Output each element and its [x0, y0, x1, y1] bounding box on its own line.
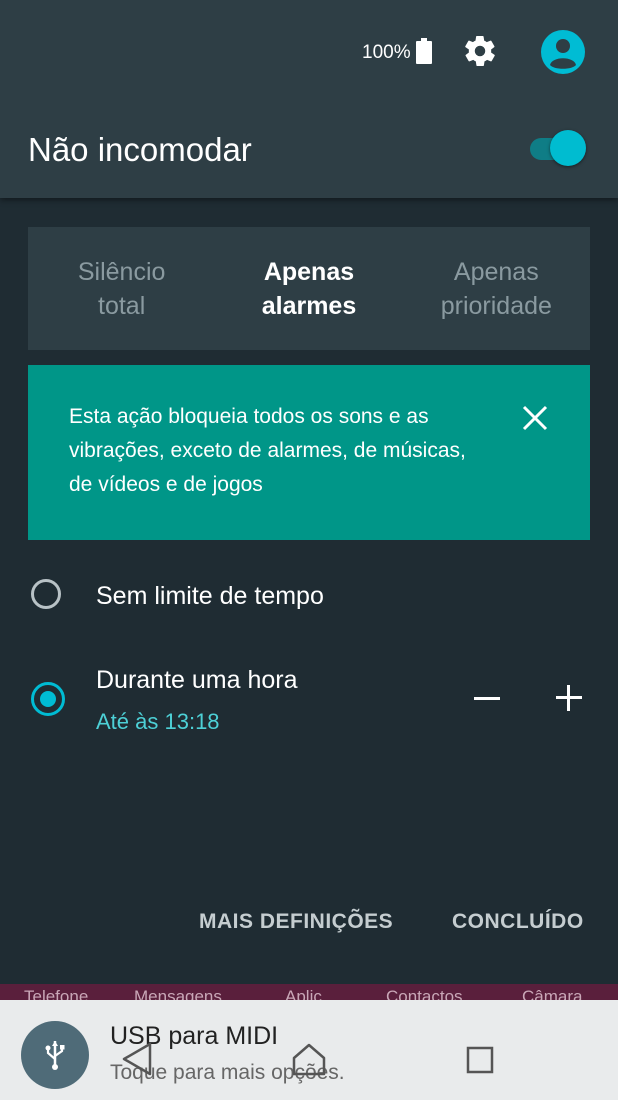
info-banner: Esta ação bloqueia todos os sons e as vi… — [28, 365, 590, 540]
page-title: Não incomodar — [28, 131, 252, 168]
option-one-hour-until: Até às 13:18 — [96, 709, 220, 734]
back-icon[interactable] — [120, 1040, 154, 1078]
recents-icon[interactable] — [465, 1045, 495, 1075]
radio-one-hour[interactable] — [31, 682, 65, 716]
quick-settings-header: 100% Não incomodar — [0, 0, 618, 198]
toggle-thumb — [550, 130, 586, 166]
decrease-time-button[interactable] — [474, 697, 500, 700]
mode-total-silence[interactable]: Silêncio total — [28, 227, 215, 350]
increase-time-button[interactable] — [556, 685, 582, 711]
mode-priority-only[interactable]: Apenas prioridade — [403, 227, 590, 350]
radio-no-time-limit[interactable] — [31, 579, 61, 609]
mode-alarms-only[interactable]: Apenas alarmes — [215, 227, 402, 350]
info-text: Esta ação bloqueia todos os sons e as vi… — [69, 405, 466, 496]
do-not-disturb-toggle[interactable] — [528, 130, 588, 168]
account-icon[interactable] — [541, 30, 585, 74]
gear-icon[interactable] — [462, 33, 498, 69]
done-button[interactable]: CONCLUÍDO — [452, 910, 584, 934]
battery-icon — [416, 38, 432, 64]
usb-icon-badge — [21, 1021, 89, 1089]
option-one-hour-label[interactable]: Durante uma hora — [96, 666, 298, 695]
home-icon[interactable] — [290, 1040, 328, 1078]
option-no-time-limit-label[interactable]: Sem limite de tempo — [96, 582, 324, 611]
usb-icon — [45, 1041, 65, 1070]
battery-percentage: 100% — [362, 42, 411, 63]
more-settings-button[interactable]: MAIS DEFINIÇÕES — [199, 910, 393, 934]
mode-selector: Silêncio total Apenas alarmes Apenas pri… — [28, 227, 590, 350]
close-icon[interactable] — [520, 403, 550, 433]
